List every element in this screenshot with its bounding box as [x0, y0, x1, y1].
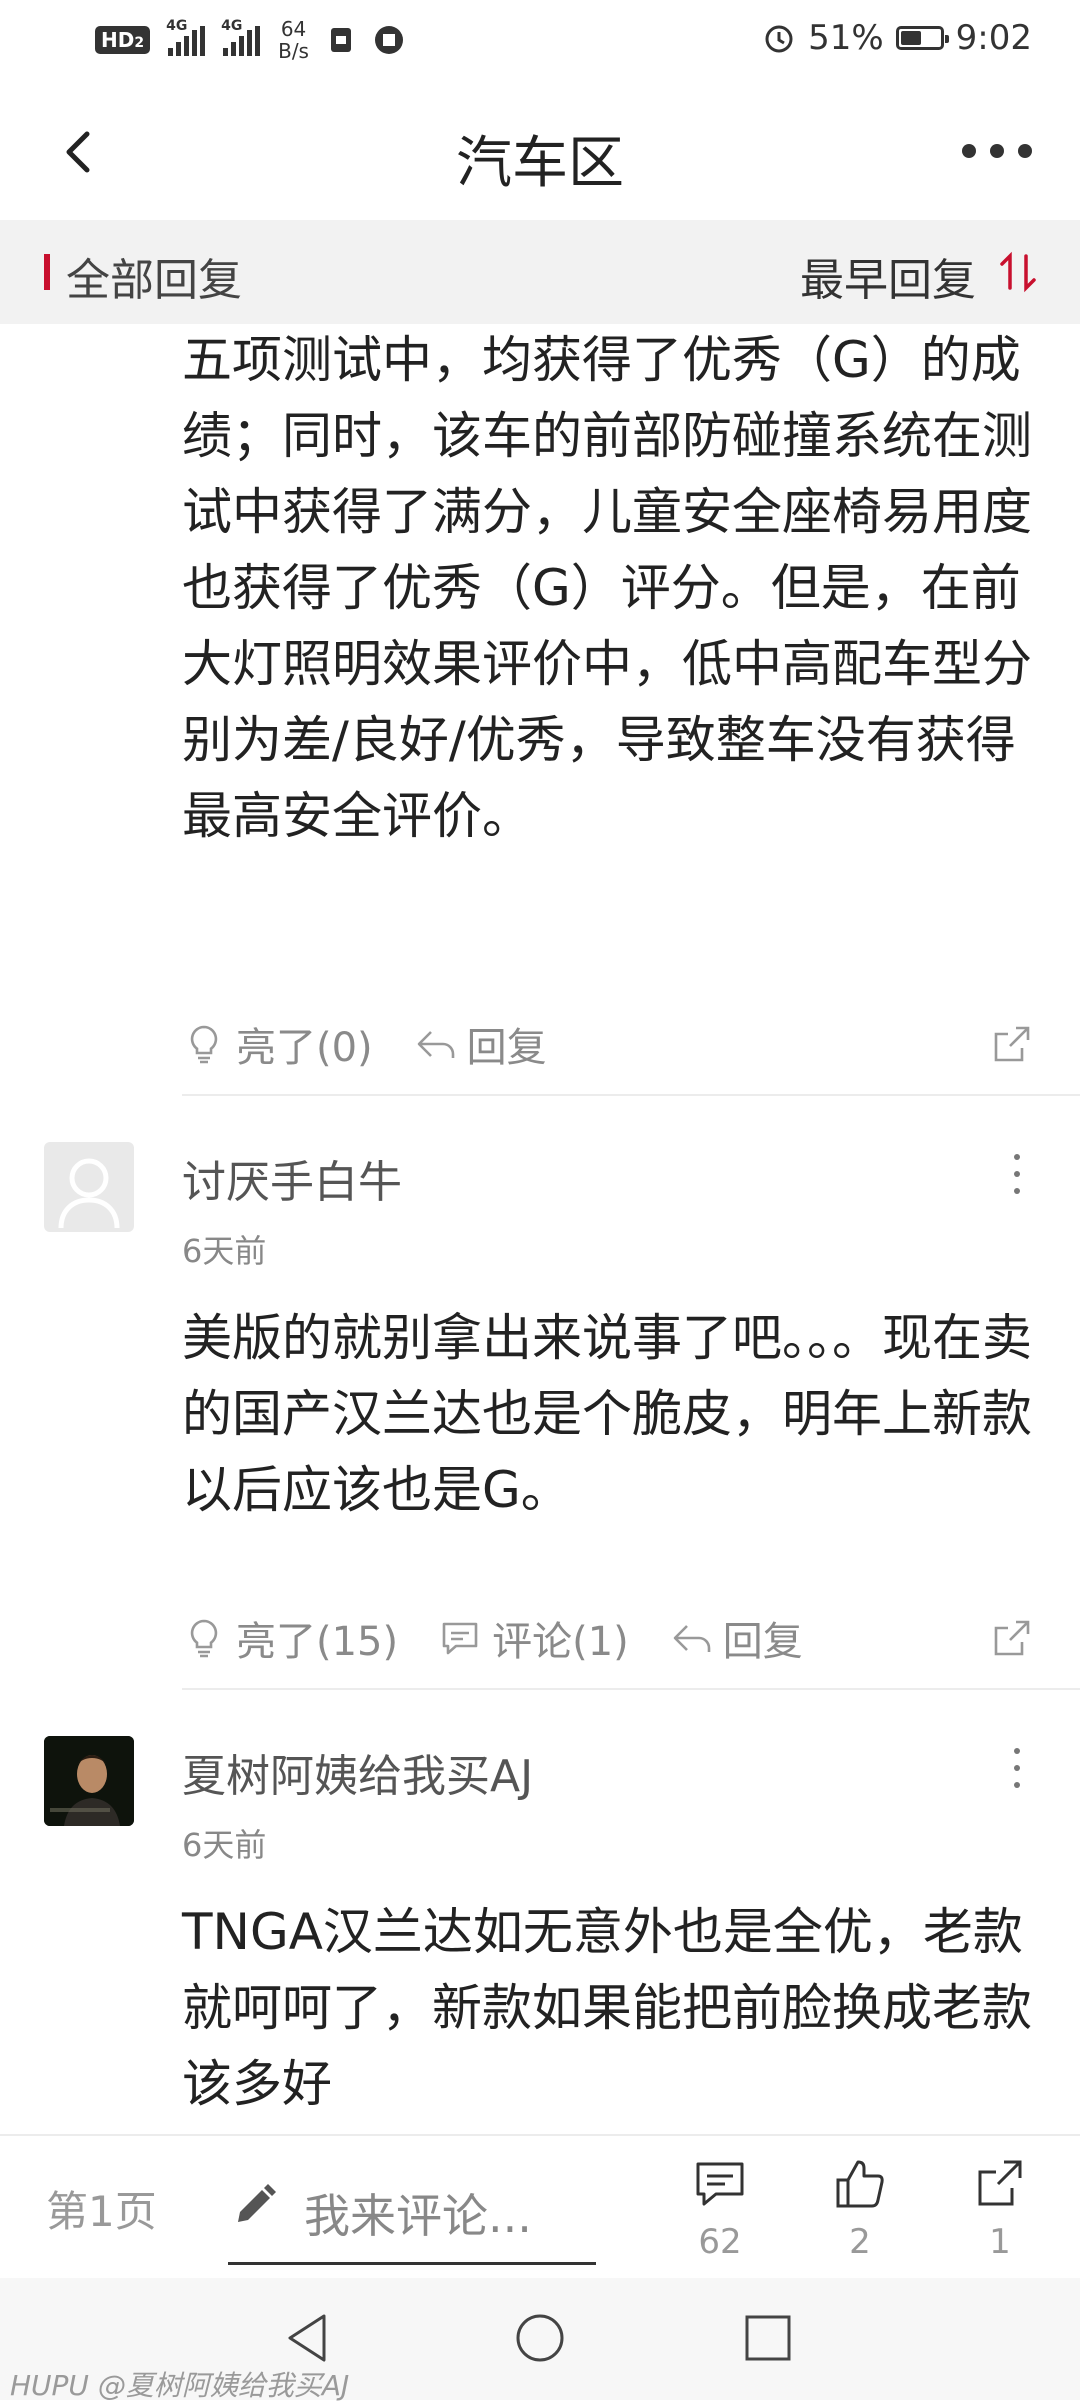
kebab-menu-icon[interactable] — [1012, 1748, 1022, 1788]
reply-icon — [417, 1031, 454, 1058]
sort-arrows-icon[interactable] — [998, 250, 1038, 294]
reply-content: TNGA汉兰达如无意外也是全优，老款就呵呵了，新款如果能把前脸换成老款该多好 — [182, 1903, 1032, 2113]
thumbs-up-icon — [836, 2160, 884, 2208]
post-time: 6天前 — [182, 1826, 267, 1864]
sim-icon — [330, 28, 351, 52]
signal-icon-2: 4G — [221, 18, 261, 56]
alarm-icon — [765, 25, 793, 53]
reply-button[interactable]: 回复 — [669, 1609, 803, 1667]
user-photo — [44, 1736, 134, 1826]
likes-count: 2 — [849, 2222, 871, 2262]
system-nav-bar: HUPU @夏树阿姨给我买AJ — [0, 2278, 1080, 2402]
bottom-action-bar: 第1页 我来评论... 62 2 1 — [0, 2134, 1080, 2280]
more-icon[interactable] — [962, 126, 1032, 176]
share-icon[interactable] — [988, 1020, 1036, 1068]
status-left: HD2 4G 4G 64 B/s — [95, 18, 405, 62]
comments-count: 62 — [698, 2222, 742, 2262]
post-time: 6天前 — [182, 1232, 267, 1270]
comments-button[interactable]: 62 — [680, 2154, 760, 2262]
all-replies-label: 全部回复 — [66, 255, 242, 306]
lightbulb-icon — [190, 1025, 218, 1064]
section-marker — [44, 254, 50, 290]
sort-order-button[interactable]: 最早回复 — [800, 244, 976, 308]
reply-actions: 亮了(0) 回复 — [182, 1014, 1046, 1074]
nav-home-icon[interactable] — [510, 2308, 570, 2368]
status-bar: HD2 4G 4G 64 B/s 51% 9:02 — [0, 0, 1080, 80]
reply-content: 美版的就别拿出来说事了吧。。。现在卖的国产汉兰达也是个脆皮，明年上新款以后应该也… — [182, 1309, 1032, 1519]
comment-bubble-icon — [696, 2162, 744, 2206]
hd-badge: HD2 — [95, 26, 151, 54]
app-header: 汽车区 — [0, 80, 1080, 220]
reply-button[interactable]: 回复 — [413, 1015, 547, 1073]
username[interactable]: 讨厌手白牛 — [182, 1146, 402, 1210]
comment-button[interactable]: 评论(1) — [438, 1609, 629, 1667]
sort-bar: 全部回复 最早回复 — [0, 220, 1080, 324]
network-speed: 64 B/s — [278, 17, 309, 63]
like-button[interactable]: 亮了(15) — [182, 1609, 398, 1667]
kebab-menu-icon[interactable] — [1012, 1154, 1022, 1194]
default-avatar-icon — [58, 1158, 120, 1229]
like-button[interactable]: 亮了(0) — [182, 1015, 373, 1073]
battery-percent: 51% — [808, 18, 884, 58]
shares-count: 1 — [989, 2222, 1011, 2262]
divider — [182, 1094, 1080, 1096]
signal-icon-1: 4G — [166, 18, 206, 56]
username[interactable]: 夏树阿姨给我买AJ — [182, 1740, 533, 1804]
comment-input[interactable]: 我来评论... — [228, 2136, 596, 2265]
battery-icon — [895, 26, 949, 50]
watermark: HUPU @夏树阿姨给我买AJ — [10, 2369, 350, 2402]
pencil-icon — [238, 2184, 276, 2222]
share-icon[interactable] — [988, 1614, 1036, 1662]
lightbulb-icon — [190, 1619, 218, 1658]
like-post-button[interactable]: 2 — [820, 2154, 900, 2262]
nav-recents-icon[interactable] — [738, 2308, 798, 2368]
status-right: 51% 9:02 — [762, 18, 1032, 58]
notification-icon — [374, 26, 403, 54]
reply-actions: 亮了(15) 评论(1) 回复 — [182, 1608, 1046, 1668]
share-post-button[interactable]: 1 — [960, 2154, 1040, 2262]
comment-icon — [442, 1622, 478, 1655]
avatar[interactable] — [44, 1736, 134, 1826]
divider — [182, 1688, 1080, 1690]
page-title: 汽车区 — [456, 131, 624, 196]
reply-content: 五项测试中，均获得了优秀（G）的成绩；同时，该车的前部防碰撞系统在测试中获得了满… — [182, 331, 1032, 845]
avatar[interactable] — [44, 1142, 134, 1232]
reply-icon — [673, 1625, 711, 1652]
page-indicator[interactable]: 第1页 — [46, 2178, 157, 2239]
share-icon — [978, 2160, 1022, 2206]
nav-back-icon[interactable] — [278, 2308, 338, 2368]
clock: 9:02 — [955, 18, 1032, 58]
